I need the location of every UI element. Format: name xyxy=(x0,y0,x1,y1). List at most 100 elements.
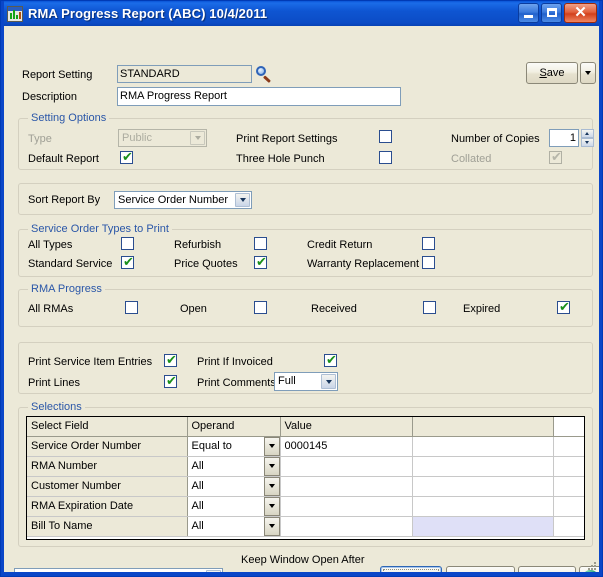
number-of-copies-stepper[interactable] xyxy=(581,129,594,147)
cell-operand[interactable]: Equal to xyxy=(187,436,281,457)
sort-report-by-select[interactable]: Service Order Number xyxy=(114,191,252,209)
column-header-select-field[interactable]: Select Field xyxy=(27,417,188,437)
cell-select-field[interactable]: Service Order Number xyxy=(27,436,188,457)
save-dropdown-button[interactable] xyxy=(580,62,596,84)
cell-select-field[interactable]: Bill To Name xyxy=(27,516,188,537)
cell-spacer xyxy=(553,496,584,517)
expired-checkbox[interactable]: ✔ xyxy=(557,301,570,314)
report-setting-label: Report Setting xyxy=(22,69,93,81)
sort-panel xyxy=(18,183,593,215)
all-types-label: All Types xyxy=(28,239,73,251)
standard-service-checkbox[interactable]: ✔ xyxy=(121,256,134,269)
expired-label: Expired xyxy=(463,303,501,315)
table-row[interactable]: RMA Number All xyxy=(27,456,584,477)
save-button[interactable]: Save xyxy=(526,62,578,84)
print-report-settings-checkbox[interactable] xyxy=(379,130,392,143)
chevron-down-icon[interactable] xyxy=(263,476,279,495)
print-if-invoiced-checkbox[interactable]: ✔ xyxy=(324,354,337,367)
resize-grip[interactable] xyxy=(586,560,598,572)
type-select: Public xyxy=(118,129,207,147)
cell-value[interactable]: 0000145 xyxy=(280,436,413,457)
cell-select-field[interactable]: RMA Expiration Date xyxy=(27,496,188,517)
report-chart-icon xyxy=(7,5,23,22)
price-quotes-checkbox[interactable]: ✔ xyxy=(254,256,267,269)
cell-value[interactable] xyxy=(280,516,413,537)
title-bar[interactable]: RMA Progress Report (ABC) 10/4/2011 ✕ xyxy=(4,1,599,26)
description-input[interactable]: RMA Progress Report xyxy=(117,87,401,106)
chevron-down-icon xyxy=(321,374,336,389)
magnifier-lookup-icon[interactable] xyxy=(256,66,272,83)
column-header-value[interactable]: Value xyxy=(280,417,413,437)
number-of-copies-input[interactable]: 1 xyxy=(549,129,579,147)
credit-return-label: Credit Return xyxy=(307,239,373,251)
chevron-down-icon[interactable] xyxy=(263,516,279,535)
open-label: Open xyxy=(180,303,207,315)
table-row[interactable]: Customer Number All xyxy=(27,476,584,497)
selections-table: Select Field Operand Value Service Order… xyxy=(27,417,584,537)
selections-grid[interactable]: Select Field Operand Value Service Order… xyxy=(26,416,585,540)
report-setting-input[interactable]: STANDARD xyxy=(117,65,252,83)
print-service-item-entries-label: Print Service Item Entries xyxy=(28,356,153,368)
chevron-down-icon[interactable] xyxy=(263,456,279,475)
keep-window-open-label: Keep Window Open After xyxy=(241,554,365,566)
cell-operand-value: Equal to xyxy=(191,440,232,452)
cell-value2[interactable] xyxy=(412,516,554,537)
print-button[interactable]: Print xyxy=(380,566,442,572)
table-header-row: Select Field Operand Value xyxy=(27,417,584,437)
all-rmas-label: All RMAs xyxy=(28,303,74,315)
close-button[interactable]: ✕ xyxy=(564,3,597,23)
sort-report-by-value: Service Order Number xyxy=(118,194,229,206)
cell-spacer xyxy=(553,436,584,457)
preview-button[interactable]: Preview xyxy=(446,566,515,572)
printer-select[interactable]: Brother HL-2140 series#:1 xyxy=(14,568,223,572)
default-report-checkbox[interactable]: ✔ xyxy=(120,151,133,164)
all-types-checkbox[interactable] xyxy=(121,237,134,250)
table-row[interactable]: Bill To Name All xyxy=(27,516,584,537)
all-rmas-checkbox[interactable] xyxy=(125,301,138,314)
print-comments-select[interactable]: Full xyxy=(274,372,338,391)
cell-operand-value: All xyxy=(191,500,204,512)
column-header-operand[interactable]: Operand xyxy=(187,417,281,437)
print-report-settings-label: Print Report Settings xyxy=(236,133,338,145)
three-hole-punch-label: Three Hole Punch xyxy=(236,153,325,165)
setup-button[interactable]: Setup xyxy=(518,566,576,572)
refurbish-checkbox[interactable] xyxy=(254,237,267,250)
received-checkbox[interactable] xyxy=(423,301,436,314)
cell-spacer xyxy=(553,456,584,477)
cell-value[interactable] xyxy=(280,476,413,497)
cell-value2[interactable] xyxy=(412,456,554,477)
cell-operand[interactable]: All xyxy=(187,476,281,497)
cell-value2[interactable] xyxy=(412,476,554,497)
cell-value2[interactable] xyxy=(412,436,554,457)
chevron-down-icon[interactable] xyxy=(263,496,279,515)
chevron-down-icon[interactable] xyxy=(263,436,279,455)
chevron-down-icon xyxy=(206,570,221,572)
cell-operand[interactable]: All xyxy=(187,456,281,477)
print-service-item-entries-checkbox[interactable]: ✔ xyxy=(164,354,177,367)
setting-options-title: Setting Options xyxy=(28,112,110,124)
open-checkbox[interactable] xyxy=(254,301,267,314)
maximize-button[interactable] xyxy=(541,3,562,23)
three-hole-punch-checkbox[interactable] xyxy=(379,151,392,164)
cell-value[interactable] xyxy=(280,456,413,477)
cell-value[interactable] xyxy=(280,496,413,517)
cell-operand-value: All xyxy=(191,520,204,532)
type-label: Type xyxy=(28,133,52,145)
cell-spacer xyxy=(553,476,584,497)
print-lines-checkbox[interactable]: ✔ xyxy=(164,375,177,388)
table-row[interactable]: RMA Expiration Date All xyxy=(27,496,584,517)
window-buttons: ✕ xyxy=(518,3,597,23)
minimize-button[interactable] xyxy=(518,3,539,23)
cell-operand[interactable]: All xyxy=(187,496,281,517)
print-comments-value: Full xyxy=(278,375,296,387)
warranty-replacement-checkbox[interactable] xyxy=(422,256,435,269)
print-comments-label: Print Comments xyxy=(197,377,276,389)
credit-return-checkbox[interactable] xyxy=(422,237,435,250)
cell-operand[interactable]: All xyxy=(187,516,281,537)
cell-select-field[interactable]: RMA Number xyxy=(27,456,188,477)
column-header-value2[interactable] xyxy=(412,417,554,437)
default-report-label: Default Report xyxy=(28,153,99,165)
table-row[interactable]: Service Order Number Equal to 0000145 xyxy=(27,436,584,457)
cell-value2[interactable] xyxy=(412,496,554,517)
cell-select-field[interactable]: Customer Number xyxy=(27,476,188,497)
